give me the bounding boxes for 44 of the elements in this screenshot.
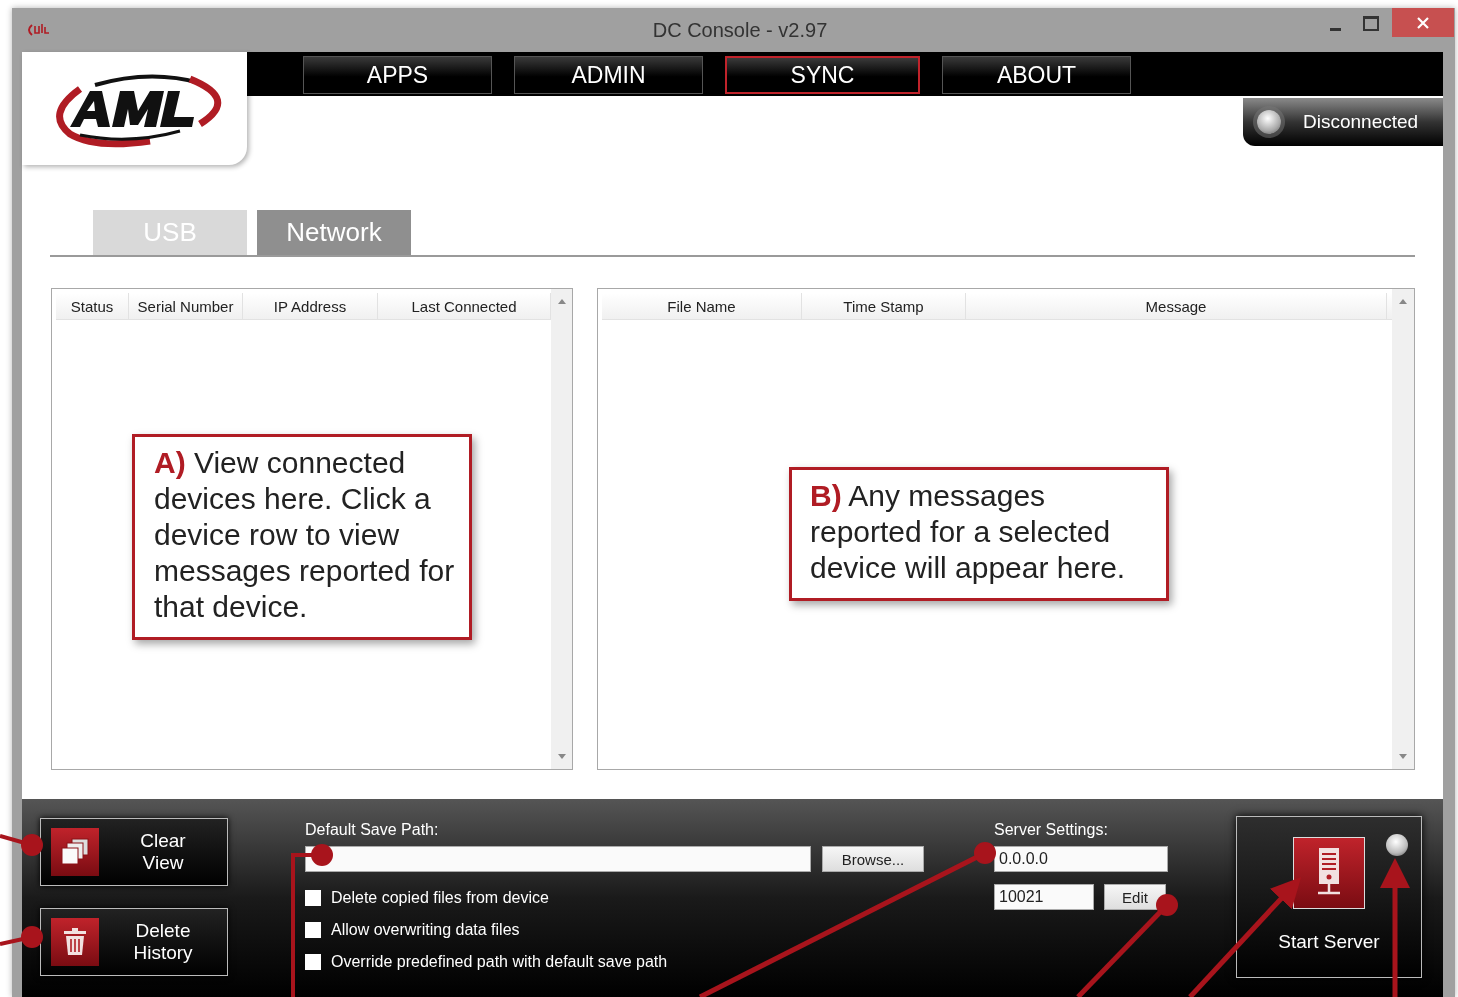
checkbox[interactable] (305, 954, 321, 970)
scrollbar[interactable] (1392, 289, 1414, 769)
column-header[interactable]: File Name (602, 293, 802, 319)
port-field[interactable]: 10021 (994, 884, 1094, 910)
scroll-up-icon[interactable] (557, 299, 566, 304)
column-header[interactable]: Status (56, 293, 129, 319)
checkbox-label: Override predefined path with default save path (331, 953, 668, 971)
column-header[interactable]: IP Address (243, 293, 378, 319)
leader-line (0, 926, 43, 948)
checkbox-label: Allow overwriting data files (331, 921, 520, 939)
start-server-button[interactable]: Start Server (1236, 816, 1422, 978)
field-label: Server Settings: (994, 821, 1109, 840)
column-header[interactable]: Time Stamp (802, 293, 966, 319)
nav-tab[interactable]: SYNC (725, 56, 920, 94)
close-button[interactable] (1392, 8, 1454, 37)
close-icon (1417, 16, 1429, 29)
address-field[interactable]: 0.0.0.0 (994, 846, 1168, 872)
scroll-down-icon[interactable] (1399, 754, 1407, 759)
nav-tab[interactable]: ADMIN (514, 56, 703, 94)
scroll-up-icon[interactable] (1399, 299, 1407, 304)
scrollbar[interactable] (551, 289, 572, 769)
checkbox-label: Delete copied files from device (331, 889, 549, 907)
action-button[interactable]: Clear View (40, 818, 228, 886)
edit-button[interactable]: Edit (1104, 884, 1166, 910)
leader-line (0, 834, 43, 856)
field-label: Default Save Path: (305, 821, 440, 840)
stacked-windows-icon (60, 838, 90, 866)
save-path-field[interactable] (305, 846, 811, 872)
trash-icon (63, 928, 87, 956)
callout-note: B) Any messages reported for a selected device will appear here. (789, 467, 1169, 601)
window-title: DC Console - v2.97 (651, 18, 829, 42)
action-button[interactable]: Delete History (40, 908, 228, 976)
checkbox[interactable] (305, 890, 321, 906)
nav-tab[interactable]: APPS (303, 56, 492, 94)
status-light-icon (1257, 110, 1281, 134)
checkbox[interactable] (305, 922, 321, 938)
column-header[interactable]: Serial Number (129, 293, 243, 319)
callout-note: A) View connected devices here. Click a device row to view messages reported for that device. (132, 434, 472, 640)
nav-tab[interactable]: ABOUT (942, 56, 1131, 94)
app-logo-icon (26, 23, 50, 37)
column-header[interactable]: Message (966, 293, 1387, 319)
scroll-down-icon[interactable] (557, 754, 566, 759)
connection-status: Disconnected (1303, 111, 1419, 133)
browse-button[interactable]: Browse... (822, 846, 924, 872)
